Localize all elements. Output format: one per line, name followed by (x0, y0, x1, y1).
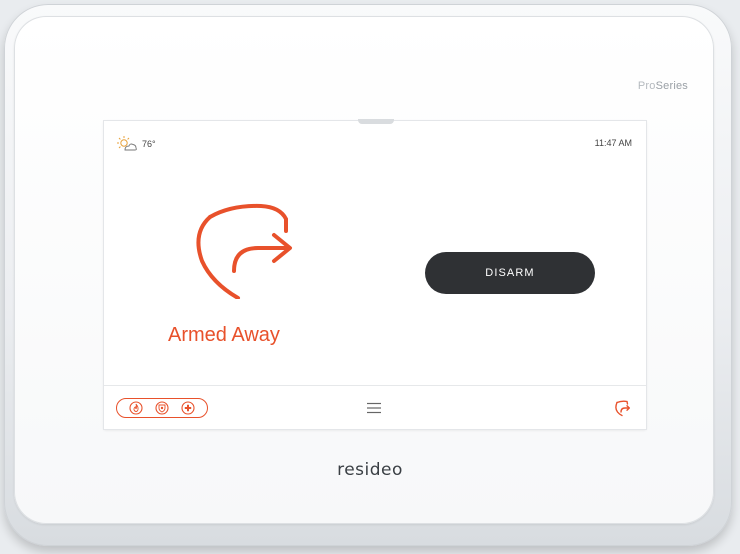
partly-cloudy-icon (117, 136, 137, 151)
fire-icon[interactable] (129, 401, 143, 415)
hamburger-menu-icon[interactable] (366, 402, 382, 414)
armed-away-shield-icon (196, 203, 292, 299)
touch-screen: 76° 11:47 AM Armed Away DISARM (104, 119, 646, 430)
bottom-navigation-bar (104, 385, 646, 430)
pull-down-tab[interactable] (358, 119, 394, 124)
arm-status-label: Armed Away (168, 324, 280, 346)
panic-buttons-group[interactable] (116, 398, 208, 418)
medical-icon[interactable] (181, 401, 195, 415)
resideo-logo: resideo (337, 460, 403, 480)
clock: 11:47 AM (594, 138, 632, 148)
proseries-logo: ProSeries (637, 80, 688, 92)
weather-widget[interactable]: 76° (116, 135, 156, 153)
temperature-readout: 76° (142, 139, 156, 149)
police-icon[interactable] (155, 401, 169, 415)
disarm-button[interactable]: DISARM (425, 252, 595, 294)
armed-away-small-icon[interactable] (613, 399, 631, 417)
